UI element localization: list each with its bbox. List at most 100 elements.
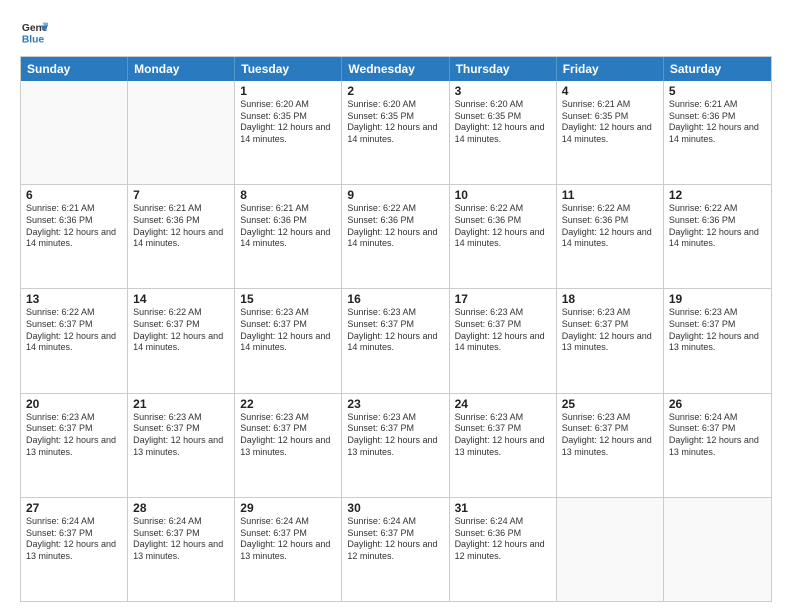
calendar-day-cell: 25Sunrise: 6:23 AM Sunset: 6:37 PM Dayli… xyxy=(557,394,664,497)
calendar-day-cell: 10Sunrise: 6:22 AM Sunset: 6:36 PM Dayli… xyxy=(450,185,557,288)
calendar-day-cell: 4Sunrise: 6:21 AM Sunset: 6:35 PM Daylig… xyxy=(557,81,664,184)
empty-cell xyxy=(664,498,771,601)
day-number: 13 xyxy=(26,292,122,306)
calendar-day-cell: 30Sunrise: 6:24 AM Sunset: 6:37 PM Dayli… xyxy=(342,498,449,601)
day-info: Sunrise: 6:23 AM Sunset: 6:37 PM Dayligh… xyxy=(347,307,443,354)
day-number: 18 xyxy=(562,292,658,306)
day-info: Sunrise: 6:22 AM Sunset: 6:36 PM Dayligh… xyxy=(562,203,658,250)
day-number: 19 xyxy=(669,292,766,306)
day-info: Sunrise: 6:20 AM Sunset: 6:35 PM Dayligh… xyxy=(455,99,551,146)
calendar-row: 27Sunrise: 6:24 AM Sunset: 6:37 PM Dayli… xyxy=(21,497,771,601)
day-info: Sunrise: 6:21 AM Sunset: 6:36 PM Dayligh… xyxy=(133,203,229,250)
day-number: 20 xyxy=(26,397,122,411)
day-info: Sunrise: 6:22 AM Sunset: 6:37 PM Dayligh… xyxy=(26,307,122,354)
calendar-row: 6Sunrise: 6:21 AM Sunset: 6:36 PM Daylig… xyxy=(21,184,771,288)
day-number: 22 xyxy=(240,397,336,411)
logo-icon: General Blue xyxy=(20,18,48,46)
day-info: Sunrise: 6:21 AM Sunset: 6:36 PM Dayligh… xyxy=(669,99,766,146)
day-number: 14 xyxy=(133,292,229,306)
day-number: 23 xyxy=(347,397,443,411)
weekday-header: Wednesday xyxy=(342,57,449,81)
day-info: Sunrise: 6:24 AM Sunset: 6:37 PM Dayligh… xyxy=(26,516,122,563)
calendar-row: 20Sunrise: 6:23 AM Sunset: 6:37 PM Dayli… xyxy=(21,393,771,497)
weekday-header: Friday xyxy=(557,57,664,81)
day-number: 7 xyxy=(133,188,229,202)
day-info: Sunrise: 6:23 AM Sunset: 6:37 PM Dayligh… xyxy=(133,412,229,459)
day-info: Sunrise: 6:23 AM Sunset: 6:37 PM Dayligh… xyxy=(562,412,658,459)
day-number: 2 xyxy=(347,84,443,98)
empty-cell xyxy=(128,81,235,184)
calendar-day-cell: 22Sunrise: 6:23 AM Sunset: 6:37 PM Dayli… xyxy=(235,394,342,497)
calendar-day-cell: 2Sunrise: 6:20 AM Sunset: 6:35 PM Daylig… xyxy=(342,81,449,184)
calendar-day-cell: 31Sunrise: 6:24 AM Sunset: 6:36 PM Dayli… xyxy=(450,498,557,601)
day-info: Sunrise: 6:20 AM Sunset: 6:35 PM Dayligh… xyxy=(347,99,443,146)
day-info: Sunrise: 6:22 AM Sunset: 6:36 PM Dayligh… xyxy=(347,203,443,250)
day-number: 9 xyxy=(347,188,443,202)
day-number: 31 xyxy=(455,501,551,515)
day-number: 12 xyxy=(669,188,766,202)
page: General Blue SundayMondayTuesdayWednesda… xyxy=(0,0,792,612)
logo: General Blue xyxy=(20,18,48,46)
calendar-day-cell: 29Sunrise: 6:24 AM Sunset: 6:37 PM Dayli… xyxy=(235,498,342,601)
day-info: Sunrise: 6:22 AM Sunset: 6:36 PM Dayligh… xyxy=(669,203,766,250)
day-info: Sunrise: 6:23 AM Sunset: 6:37 PM Dayligh… xyxy=(26,412,122,459)
calendar-day-cell: 26Sunrise: 6:24 AM Sunset: 6:37 PM Dayli… xyxy=(664,394,771,497)
weekday-header: Saturday xyxy=(664,57,771,81)
day-number: 21 xyxy=(133,397,229,411)
calendar-day-cell: 18Sunrise: 6:23 AM Sunset: 6:37 PM Dayli… xyxy=(557,289,664,392)
calendar-day-cell: 21Sunrise: 6:23 AM Sunset: 6:37 PM Dayli… xyxy=(128,394,235,497)
calendar-day-cell: 6Sunrise: 6:21 AM Sunset: 6:36 PM Daylig… xyxy=(21,185,128,288)
day-info: Sunrise: 6:24 AM Sunset: 6:37 PM Dayligh… xyxy=(133,516,229,563)
day-number: 8 xyxy=(240,188,336,202)
day-info: Sunrise: 6:21 AM Sunset: 6:36 PM Dayligh… xyxy=(26,203,122,250)
day-number: 10 xyxy=(455,188,551,202)
day-info: Sunrise: 6:23 AM Sunset: 6:37 PM Dayligh… xyxy=(562,307,658,354)
calendar-day-cell: 3Sunrise: 6:20 AM Sunset: 6:35 PM Daylig… xyxy=(450,81,557,184)
calendar-day-cell: 15Sunrise: 6:23 AM Sunset: 6:37 PM Dayli… xyxy=(235,289,342,392)
day-info: Sunrise: 6:24 AM Sunset: 6:37 PM Dayligh… xyxy=(669,412,766,459)
calendar-day-cell: 1Sunrise: 6:20 AM Sunset: 6:35 PM Daylig… xyxy=(235,81,342,184)
weekday-header: Sunday xyxy=(21,57,128,81)
day-number: 5 xyxy=(669,84,766,98)
day-info: Sunrise: 6:21 AM Sunset: 6:35 PM Dayligh… xyxy=(562,99,658,146)
header: General Blue xyxy=(20,18,772,46)
calendar-day-cell: 12Sunrise: 6:22 AM Sunset: 6:36 PM Dayli… xyxy=(664,185,771,288)
day-number: 29 xyxy=(240,501,336,515)
calendar-day-cell: 8Sunrise: 6:21 AM Sunset: 6:36 PM Daylig… xyxy=(235,185,342,288)
calendar-row: 1Sunrise: 6:20 AM Sunset: 6:35 PM Daylig… xyxy=(21,81,771,184)
day-number: 17 xyxy=(455,292,551,306)
calendar-day-cell: 13Sunrise: 6:22 AM Sunset: 6:37 PM Dayli… xyxy=(21,289,128,392)
empty-cell xyxy=(21,81,128,184)
day-info: Sunrise: 6:20 AM Sunset: 6:35 PM Dayligh… xyxy=(240,99,336,146)
day-info: Sunrise: 6:23 AM Sunset: 6:37 PM Dayligh… xyxy=(455,307,551,354)
day-number: 25 xyxy=(562,397,658,411)
day-number: 11 xyxy=(562,188,658,202)
calendar-day-cell: 19Sunrise: 6:23 AM Sunset: 6:37 PM Dayli… xyxy=(664,289,771,392)
day-number: 3 xyxy=(455,84,551,98)
day-info: Sunrise: 6:23 AM Sunset: 6:37 PM Dayligh… xyxy=(347,412,443,459)
day-info: Sunrise: 6:24 AM Sunset: 6:37 PM Dayligh… xyxy=(240,516,336,563)
calendar-day-cell: 23Sunrise: 6:23 AM Sunset: 6:37 PM Dayli… xyxy=(342,394,449,497)
day-info: Sunrise: 6:23 AM Sunset: 6:37 PM Dayligh… xyxy=(455,412,551,459)
calendar-day-cell: 17Sunrise: 6:23 AM Sunset: 6:37 PM Dayli… xyxy=(450,289,557,392)
day-number: 26 xyxy=(669,397,766,411)
calendar-day-cell: 11Sunrise: 6:22 AM Sunset: 6:36 PM Dayli… xyxy=(557,185,664,288)
calendar-body: 1Sunrise: 6:20 AM Sunset: 6:35 PM Daylig… xyxy=(21,81,771,601)
day-number: 4 xyxy=(562,84,658,98)
day-number: 27 xyxy=(26,501,122,515)
calendar-day-cell: 28Sunrise: 6:24 AM Sunset: 6:37 PM Dayli… xyxy=(128,498,235,601)
calendar-day-cell: 27Sunrise: 6:24 AM Sunset: 6:37 PM Dayli… xyxy=(21,498,128,601)
day-info: Sunrise: 6:22 AM Sunset: 6:37 PM Dayligh… xyxy=(133,307,229,354)
calendar-day-cell: 20Sunrise: 6:23 AM Sunset: 6:37 PM Dayli… xyxy=(21,394,128,497)
weekday-header: Thursday xyxy=(450,57,557,81)
day-number: 6 xyxy=(26,188,122,202)
day-info: Sunrise: 6:21 AM Sunset: 6:36 PM Dayligh… xyxy=(240,203,336,250)
weekday-header: Tuesday xyxy=(235,57,342,81)
calendar-day-cell: 24Sunrise: 6:23 AM Sunset: 6:37 PM Dayli… xyxy=(450,394,557,497)
day-number: 28 xyxy=(133,501,229,515)
day-info: Sunrise: 6:24 AM Sunset: 6:36 PM Dayligh… xyxy=(455,516,551,563)
day-info: Sunrise: 6:24 AM Sunset: 6:37 PM Dayligh… xyxy=(347,516,443,563)
day-info: Sunrise: 6:23 AM Sunset: 6:37 PM Dayligh… xyxy=(240,412,336,459)
calendar-header: SundayMondayTuesdayWednesdayThursdayFrid… xyxy=(21,57,771,81)
empty-cell xyxy=(557,498,664,601)
